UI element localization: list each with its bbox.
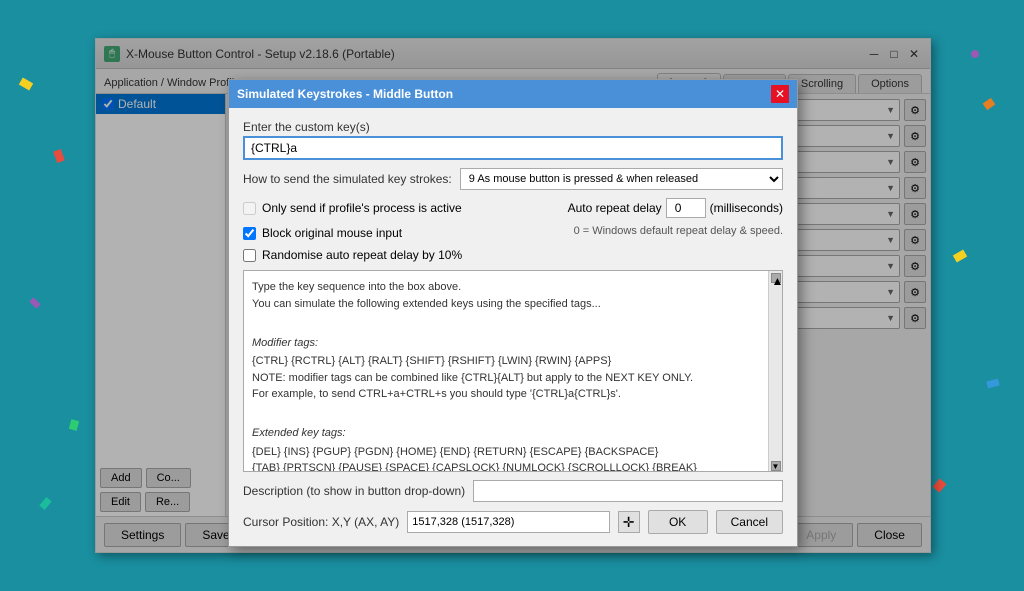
modal-close-button[interactable]: ✕ bbox=[771, 85, 789, 103]
modal-title-bar: Simulated Keystrokes - Middle Button ✕ bbox=[229, 80, 797, 108]
info-box-wrapper: Type the key sequence into the box above… bbox=[243, 270, 783, 472]
main-window: 🖱 X-Mouse Button Control - Setup v2.18.6… bbox=[95, 38, 931, 553]
extended-title: Extended key tags: bbox=[252, 425, 760, 442]
block-original-row: Block original mouse input bbox=[243, 226, 402, 240]
auto-repeat-label: Auto repeat delay bbox=[568, 201, 662, 215]
randomise-checkbox[interactable] bbox=[243, 249, 256, 262]
only-send-row: Only send if profile's process is active bbox=[243, 201, 462, 215]
cursor-pos-value: 1517,328 (1517,328) bbox=[407, 511, 609, 533]
modifier-note1: NOTE: modifier tags can be combined like… bbox=[252, 370, 760, 387]
extended-tags2: {TAB} {PRTSCN} {PAUSE} {SPACE} {CAPSLOCK… bbox=[252, 460, 760, 471]
crosshair-button[interactable]: ✛ bbox=[618, 511, 640, 533]
description-row: Description (to show in button drop-down… bbox=[243, 480, 783, 502]
how-to-send-label: How to send the simulated key strokes: bbox=[243, 172, 452, 186]
modal-dialog: Simulated Keystrokes - Middle Button ✕ E… bbox=[228, 79, 798, 547]
block-row-container: Block original mouse input 0 = Windows d… bbox=[243, 226, 783, 240]
ok-button[interactable]: OK bbox=[648, 510, 708, 534]
auto-repeat-input[interactable] bbox=[666, 198, 706, 218]
auto-repeat-unit: (milliseconds) bbox=[710, 201, 783, 215]
cancel-button[interactable]: Cancel bbox=[716, 510, 783, 534]
only-send-label: Only send if profile's process is active bbox=[262, 201, 462, 215]
custom-keys-section: Enter the custom key(s) bbox=[243, 120, 783, 160]
randomise-row: Randomise auto repeat delay by 10% bbox=[243, 248, 783, 262]
custom-keys-input[interactable] bbox=[243, 136, 783, 160]
windows-default-note: 0 = Windows default repeat delay & speed… bbox=[574, 225, 783, 237]
modifier-tags: {CTRL} {RCTRL} {ALT} {RALT} {SHIFT} {RSH… bbox=[252, 353, 760, 370]
auto-repeat-group: Auto repeat delay (milliseconds) bbox=[568, 198, 783, 218]
extended-tags1: {DEL} {INS} {PGUP} {PGDN} {HOME} {END} {… bbox=[252, 444, 760, 461]
cursor-row: Cursor Position: X,Y (AX, AY) 1517,328 (… bbox=[243, 511, 640, 533]
only-send-checkbox[interactable] bbox=[243, 202, 256, 215]
modifier-note2: For example, to send CTRL+a+CTRL+s you s… bbox=[252, 386, 760, 403]
block-original-checkbox[interactable] bbox=[243, 227, 256, 240]
info-line2: You can simulate the following extended … bbox=[252, 296, 760, 313]
description-label: Description (to show in button drop-down… bbox=[243, 484, 465, 498]
scrollbar-thumb-up: ▲ bbox=[771, 273, 781, 283]
modal-title: Simulated Keystrokes - Middle Button bbox=[237, 87, 453, 101]
custom-keys-label: Enter the custom key(s) bbox=[243, 120, 783, 134]
block-original-label: Block original mouse input bbox=[262, 226, 402, 240]
info-box-scrollbar[interactable]: ▲ ▼ bbox=[768, 271, 782, 471]
randomise-label: Randomise auto repeat delay by 10% bbox=[262, 248, 462, 262]
modal-body: Enter the custom key(s) How to send the … bbox=[229, 108, 797, 546]
how-to-send-select[interactable]: 9 As mouse button is pressed & when rele… bbox=[460, 168, 783, 190]
modal-overlay: Simulated Keystrokes - Middle Button ✕ E… bbox=[96, 39, 930, 552]
how-to-send-row: How to send the simulated key strokes: 9… bbox=[243, 168, 783, 190]
scrollbar-thumb-down: ▼ bbox=[771, 461, 781, 471]
modifier-title: Modifier tags: bbox=[252, 335, 760, 352]
info-box: Type the key sequence into the box above… bbox=[244, 271, 768, 471]
cursor-pos-label: Cursor Position: X,Y (AX, AY) bbox=[243, 515, 399, 529]
info-line1: Type the key sequence into the box above… bbox=[252, 279, 760, 296]
description-input[interactable] bbox=[473, 480, 783, 502]
options-row: Only send if profile's process is active… bbox=[243, 198, 783, 218]
bottom-row: Cursor Position: X,Y (AX, AY) 1517,328 (… bbox=[243, 510, 783, 534]
